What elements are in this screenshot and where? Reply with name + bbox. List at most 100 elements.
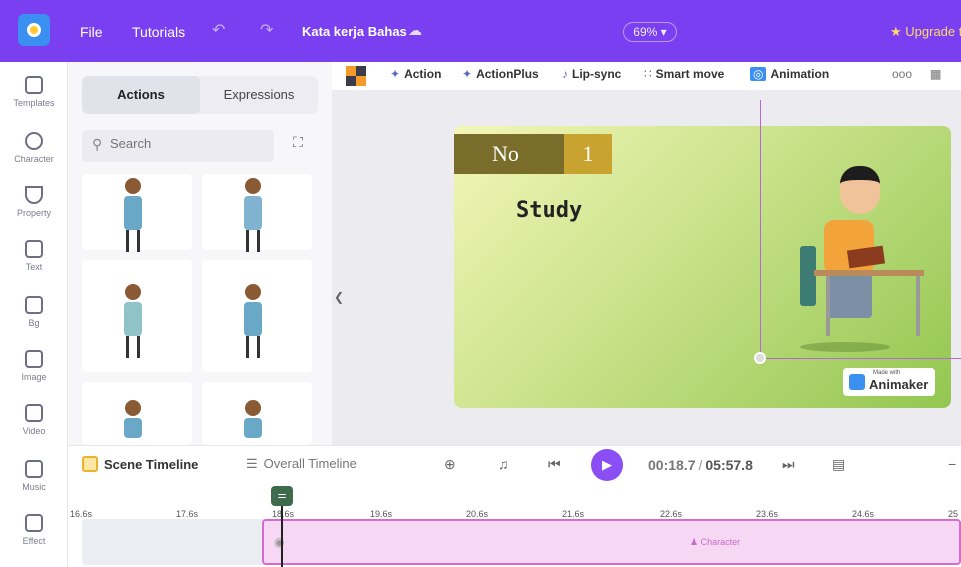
rail-label: Video — [22, 426, 46, 436]
timeline-ruler[interactable]: ⚌ 16.6s 17.6s 18.6s 19.6s 20.6s 21.6s 22… — [68, 483, 961, 519]
action-label: Action — [404, 67, 442, 81]
time-separator: / — [698, 457, 703, 473]
character-track-label: ♟ Character — [690, 537, 741, 547]
playhead-handle-icon[interactable]: ⚌ — [271, 486, 293, 506]
microphone-icon[interactable]: ♫ — [498, 456, 509, 472]
smart-move-button[interactable]: ∷ Smart move — [644, 67, 724, 81]
scene-canvas[interactable]: No 1 Study Made with Animaker — [454, 126, 951, 408]
action-figure — [242, 284, 264, 358]
animation-icon: ◎ — [750, 67, 767, 81]
badge-brand: Animaker — [869, 377, 929, 392]
rail-label: Music — [22, 482, 46, 492]
top-bar: File Tutorials ↶ ↷ Kata kerja Bahas ☁ 69… — [0, 0, 961, 62]
transparency-icon[interactable]: ▦ — [930, 67, 941, 81]
project-title[interactable]: Kata kerja Bahas — [302, 24, 407, 39]
selection-guide-vertical — [760, 100, 761, 360]
scene-timeline-label: Scene Timeline — [104, 457, 199, 472]
desk — [814, 270, 924, 276]
action-figure — [242, 400, 264, 438]
current-time: 00:18.7 — [648, 457, 696, 473]
actionplus-button[interactable]: ✦ ActionPlus — [462, 67, 539, 81]
chair — [800, 246, 816, 306]
tab-actions[interactable]: Actions — [82, 76, 200, 114]
smart-move-icon: ∷ — [644, 67, 652, 81]
character-track-text: Character — [700, 537, 741, 547]
rail-label: Bg — [28, 318, 40, 328]
upgrade-button[interactable]: ★ Upgrade t — [890, 24, 961, 40]
skip-back-icon[interactable]: ⏮ — [548, 456, 561, 473]
actionplus-label: ActionPlus — [476, 67, 539, 81]
animation-button[interactable]: ◎ Animation — [750, 67, 829, 81]
action-tile[interactable] — [202, 174, 312, 252]
overall-timeline-icon: ☰ — [246, 456, 258, 471]
bg-icon — [25, 296, 43, 314]
action-figure — [242, 178, 264, 252]
tab-overall-timeline[interactable]: ☰ Overall Timeline — [246, 456, 357, 472]
total-time: 05:57.8 — [705, 457, 753, 473]
rail-text[interactable]: Text — [0, 240, 68, 272]
redo-icon[interactable]: ↷ — [260, 20, 273, 40]
rail-video[interactable]: Video — [0, 404, 68, 436]
action-tile[interactable] — [202, 260, 312, 372]
action-tile[interactable] — [82, 260, 192, 372]
character-head — [840, 166, 880, 214]
subtitle-icon[interactable]: ▤ — [832, 456, 845, 473]
rail-music[interactable]: Music — [0, 460, 68, 492]
expand-icon[interactable]: ⛶ — [286, 134, 310, 158]
action-tile[interactable] — [202, 382, 312, 445]
study-text[interactable]: Study — [516, 198, 582, 223]
character-track[interactable]: ◉ ♟ Character — [262, 519, 961, 565]
selection-handle[interactable] — [754, 352, 766, 364]
rail-character[interactable]: Character — [0, 132, 68, 164]
zoom-value: 69% — [633, 25, 658, 39]
menu-tutorials[interactable]: Tutorials — [132, 24, 185, 40]
timeline-tracks: ◉ ♟ Character — [68, 517, 961, 567]
menu-file[interactable]: File — [80, 24, 103, 40]
stage-toolbar: ✦ Action ✦ ActionPlus ♪ Lip-sync ∷ Smart mov… — [332, 62, 961, 90]
tab-expressions[interactable]: Expressions — [200, 76, 318, 114]
undo-icon[interactable]: ↶ — [212, 20, 225, 40]
smart-move-label: Smart move — [655, 67, 725, 81]
zoom-dropdown[interactable]: 69% ▾ — [623, 22, 677, 42]
more-options-icon[interactable]: ooo — [892, 67, 912, 81]
add-scene-icon[interactable]: ⊕ — [444, 456, 456, 473]
playhead-line[interactable] — [281, 506, 283, 567]
action-button[interactable]: ✦ Action — [390, 67, 441, 81]
rail-bg[interactable]: Bg — [0, 296, 68, 328]
music-icon — [25, 460, 43, 478]
rail-label: Image — [21, 372, 47, 382]
stage: ❮ No 1 Study Made with Animaker — [332, 90, 961, 445]
lip-sync-button[interactable]: ♪ Lip-sync — [562, 67, 621, 81]
book — [846, 245, 886, 269]
zoom-out-icon[interactable]: − — [948, 456, 956, 472]
search-input[interactable] — [110, 136, 260, 151]
no-label[interactable]: No — [454, 134, 564, 174]
rail-image[interactable]: Image — [0, 350, 68, 382]
play-button[interactable]: ▶ — [591, 449, 623, 481]
search-icon: ⚲ — [92, 136, 103, 152]
image-icon — [25, 350, 43, 368]
action-figure — [122, 284, 144, 358]
rail-property[interactable]: Property — [0, 186, 68, 218]
animaker-badge-icon — [849, 374, 865, 390]
animaker-logo-icon[interactable] — [18, 14, 50, 46]
action-tile[interactable] — [82, 382, 192, 445]
color-palette-icon[interactable] — [346, 66, 366, 86]
left-rail: Templates Character Property Text Bg Ima… — [0, 62, 68, 567]
rail-effect[interactable]: Effect — [0, 514, 68, 546]
runplus-icon: ✦ — [462, 67, 473, 81]
rail-templates[interactable]: Templates — [0, 76, 68, 108]
library-panel: Actions Expressions ⚲ ⛶ — [68, 62, 332, 445]
rail-label: Property — [16, 208, 51, 218]
rail-label: Character — [14, 154, 54, 164]
skip-forward-icon[interactable]: ⏭ — [782, 456, 795, 473]
search-box: ⚲ — [82, 130, 274, 162]
video-icon — [25, 404, 43, 422]
number-label[interactable]: 1 — [564, 134, 612, 174]
character-legs — [826, 274, 872, 318]
desk-leg — [826, 276, 830, 336]
collapse-panel-icon[interactable]: ❮ — [334, 290, 344, 304]
timeline-header: Scene Timeline ☰ Overall Timeline ⊕ ♫ ⏮ ▶… — [68, 445, 961, 483]
action-tile[interactable] — [82, 174, 192, 252]
tab-scene-timeline[interactable]: Scene Timeline — [82, 456, 198, 472]
